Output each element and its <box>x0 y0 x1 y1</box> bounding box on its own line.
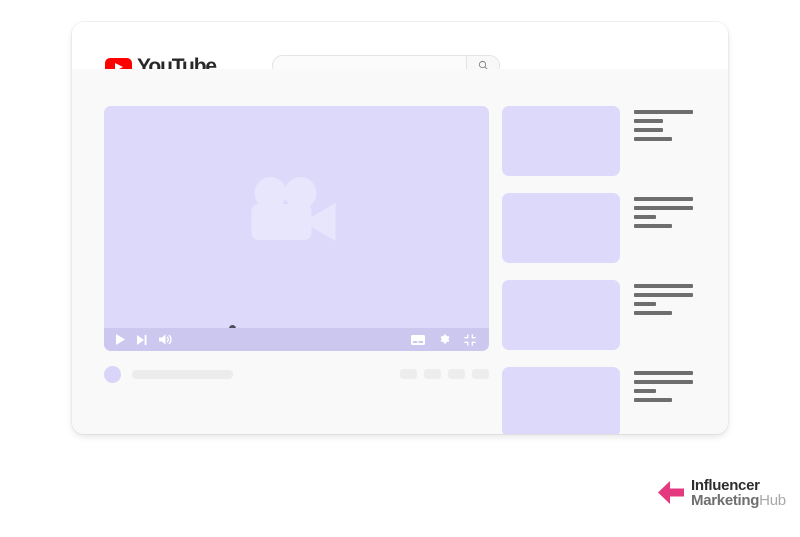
settings-gear-icon <box>438 333 451 346</box>
video-text-lines <box>634 280 693 315</box>
related-videos-sidebar <box>502 106 700 434</box>
text-line <box>634 389 656 393</box>
action-chip-share[interactable] <box>448 369 465 379</box>
brand-marketing-text: Marketing <box>691 492 759 509</box>
brand-line-marketinghub: MarketingHub <box>691 493 786 508</box>
text-line <box>634 284 693 288</box>
player-controls-right <box>411 333 476 346</box>
brand-wordmark: Influencer MarketingHub <box>691 478 786 509</box>
text-line <box>634 128 663 132</box>
text-line <box>634 293 693 297</box>
exit-fullscreen-icon <box>464 334 476 346</box>
play-icon <box>116 334 125 345</box>
list-item[interactable] <box>502 193 700 263</box>
text-line <box>634 311 672 315</box>
browser-window: YouTube YOUR AD HERE <box>72 22 728 434</box>
captions-icon <box>411 335 425 345</box>
next-button[interactable] <box>137 335 147 345</box>
text-line <box>634 380 693 384</box>
list-item[interactable] <box>502 367 700 434</box>
list-item[interactable] <box>502 280 700 350</box>
text-line <box>634 206 693 210</box>
text-line <box>634 215 656 219</box>
text-line <box>634 371 693 375</box>
video-thumbnail[interactable] <box>502 193 620 263</box>
video-thumbnail[interactable] <box>502 106 620 176</box>
exit-fullscreen-button[interactable] <box>464 334 476 346</box>
video-thumbnail[interactable] <box>502 280 620 350</box>
influencer-marketing-hub-logo: Influencer MarketingHub <box>658 478 786 509</box>
play-button[interactable] <box>116 334 125 345</box>
video-meta-row <box>104 366 489 384</box>
text-line <box>634 137 672 141</box>
avatar[interactable] <box>104 366 121 383</box>
action-chip-like[interactable] <box>400 369 417 379</box>
list-item[interactable] <box>502 106 700 176</box>
video-player[interactable]: YOUR AD HERE <box>104 106 489 351</box>
text-line <box>634 398 672 402</box>
video-action-buttons <box>400 369 489 379</box>
volume-button[interactable] <box>159 334 172 345</box>
skip-next-icon <box>137 335 147 345</box>
captions-button[interactable] <box>411 335 425 345</box>
player-controls-left <box>116 334 172 345</box>
settings-button[interactable] <box>438 333 451 346</box>
video-title-placeholder <box>132 370 233 379</box>
youtube-page-body: YOUR AD HERE <box>72 69 728 434</box>
text-line <box>634 119 663 123</box>
video-thumbnail[interactable] <box>502 367 620 434</box>
brand-line-influencer: Influencer <box>691 478 786 493</box>
text-line <box>634 197 693 201</box>
text-line <box>634 224 672 228</box>
video-camera-icon <box>245 177 348 251</box>
text-line <box>634 302 656 306</box>
video-text-lines <box>634 106 693 141</box>
action-chip-dislike[interactable] <box>424 369 441 379</box>
video-text-lines <box>634 367 693 402</box>
arrow-mark-icon <box>658 479 688 507</box>
volume-icon <box>159 334 172 345</box>
text-line <box>634 110 693 114</box>
player-controls <box>104 328 489 351</box>
brand-hub-text: Hub <box>759 492 786 509</box>
youtube-header: YouTube <box>72 22 728 70</box>
video-text-lines <box>634 193 693 228</box>
action-chip-more[interactable] <box>472 369 489 379</box>
